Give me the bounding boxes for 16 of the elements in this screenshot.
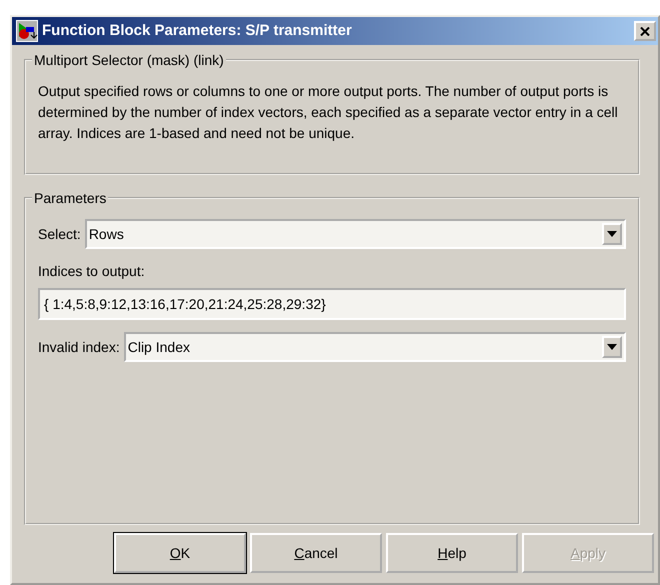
close-button[interactable] [634, 21, 656, 41]
field-label: Indices to output: [38, 262, 145, 281]
dialog-button[interactable]: OK [114, 533, 246, 573]
description-text: Output specified rows or columns to one or more output ports. The number of output ports is determined by the number of index vectors, each specified as a separate vector entry in a cell array. Indices are 1-based and need not be unique. [38, 82, 619, 143]
group-title: Parameters [33, 191, 108, 205]
select-dropdown[interactable]: Rows [84, 219, 626, 249]
select-dropdown[interactable]: Clip Index [124, 332, 626, 362]
field-label: Invalid index: [38, 338, 120, 356]
group-title: Multiport Selector (mask) (link) [33, 53, 225, 67]
close-icon [640, 26, 650, 36]
dialog-button[interactable]: Help [386, 533, 518, 573]
block-icon [16, 20, 38, 42]
dialog-button[interactable]: Cancel [250, 533, 382, 573]
window-title: Function Block Parameters: S/P transmitter [42, 20, 353, 41]
text-field[interactable]: { 1:4,5:8,9:12,13:16,17:20,21:24,25:28,29:32} [38, 288, 626, 320]
field-label: Select: [38, 224, 81, 244]
